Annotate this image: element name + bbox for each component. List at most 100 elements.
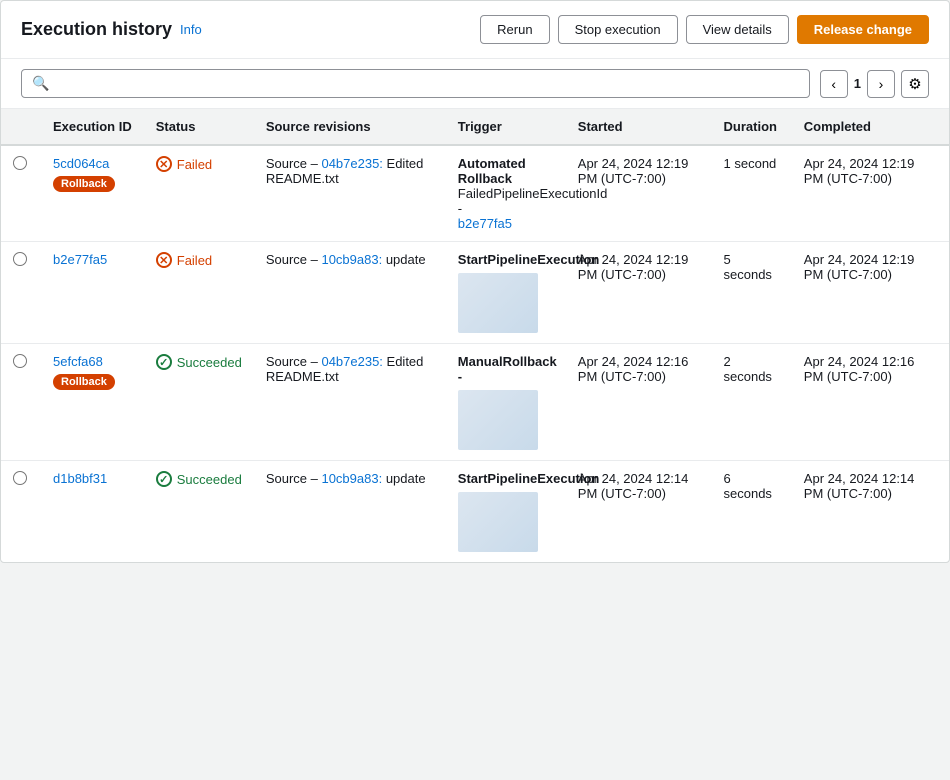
settings-button[interactable]: ⚙ <box>901 70 929 98</box>
completed-cell: Apr 24, 2024 12:19 PM (UTC-7:00) <box>792 242 949 344</box>
duration-cell: 6 seconds <box>712 461 792 563</box>
source-revisions-cell: Source – 04b7e235: Edited README.txt <box>254 145 446 242</box>
table-row: b2e77fa5 ✕ Failed Source – 10cb9a83: update… <box>1 242 949 344</box>
col-completed: Completed <box>792 109 949 145</box>
source-desc: update <box>382 471 425 486</box>
col-started: Started <box>566 109 712 145</box>
status-label: Failed <box>177 157 212 172</box>
failed-icon: ✕ <box>156 252 172 268</box>
source-link[interactable]: 04b7e235: <box>321 156 382 171</box>
row-radio[interactable] <box>13 156 27 170</box>
started-cell: Apr 24, 2024 12:16 PM (UTC-7:00) <box>566 344 712 461</box>
execution-id-link[interactable]: 5cd064ca <box>53 156 132 171</box>
source-prefix: Source – <box>266 471 322 486</box>
duration-cell: 1 second <box>712 145 792 242</box>
source-prefix: Source – <box>266 156 322 171</box>
failed-icon: ✕ <box>156 156 172 172</box>
execution-id-cell: b2e77fa5 <box>41 242 144 344</box>
source-revisions-cell: Source – 10cb9a83: update <box>254 242 446 344</box>
trigger-image <box>458 390 538 450</box>
trigger-link[interactable]: b2e77fa5 <box>458 216 512 231</box>
next-page-button[interactable]: › <box>867 70 895 98</box>
col-duration: Duration <box>712 109 792 145</box>
trigger-cell: ManualRollback - <box>446 344 566 461</box>
col-select <box>1 109 41 145</box>
release-change-button[interactable]: Release change <box>797 15 929 44</box>
rerun-button[interactable]: Rerun <box>480 15 549 44</box>
trigger-cell: StartPipelineExecution <box>446 242 566 344</box>
source-revisions-cell: Source – 04b7e235: Edited README.txt <box>254 344 446 461</box>
search-icon: 🔍 <box>32 75 49 92</box>
table-row: 5cd064ca Rollback ✕ Failed Source – 04b7e235… <box>1 145 949 242</box>
completed-cell: Apr 24, 2024 12:16 PM (UTC-7:00) <box>792 344 949 461</box>
search-bar: 🔍 ‹ 1 › ⚙ <box>1 59 949 109</box>
col-execution-id: Execution ID <box>41 109 144 145</box>
page-number: 1 <box>854 76 861 91</box>
search-input[interactable] <box>57 76 798 91</box>
trigger-subtitle: FailedPipelineExecutionId - <box>458 186 554 216</box>
row-select-cell <box>1 242 41 344</box>
source-prefix: Source – <box>266 252 322 267</box>
trigger-image <box>458 492 538 552</box>
execution-id-cell: d1b8bf31 <box>41 461 144 563</box>
duration-cell: 2 seconds <box>712 344 792 461</box>
started-cell: Apr 24, 2024 12:19 PM (UTC-7:00) <box>566 242 712 344</box>
row-select-cell <box>1 344 41 461</box>
table-row: d1b8bf31 ✓ Succeeded Source – 10cb9a83: upd… <box>1 461 949 563</box>
status-label: Succeeded <box>177 355 242 370</box>
rollback-badge: Rollback <box>53 374 115 390</box>
prev-page-button[interactable]: ‹ <box>820 70 848 98</box>
started-cell: Apr 24, 2024 12:14 PM (UTC-7:00) <box>566 461 712 563</box>
search-wrapper: 🔍 <box>21 69 810 98</box>
row-radio[interactable] <box>13 354 27 368</box>
table-header-row: Execution ID Status Source revisions Tri… <box>1 109 949 145</box>
completed-cell: Apr 24, 2024 12:19 PM (UTC-7:00) <box>792 145 949 242</box>
source-prefix: Source – <box>266 354 322 369</box>
rollback-badge: Rollback <box>53 176 115 192</box>
status-cell: ✕ Failed <box>144 242 254 344</box>
source-link[interactable]: 04b7e235: <box>321 354 382 369</box>
trigger-title: Automated Rollback <box>458 156 526 186</box>
status-badge: ✓ Succeeded <box>156 471 242 487</box>
trigger-image <box>458 273 538 333</box>
trigger-title: ManualRollback - <box>458 354 557 384</box>
table-row: 5efcfa68 Rollback ✓ Succeeded Source – 04b7e… <box>1 344 949 461</box>
succeeded-icon: ✓ <box>156 354 172 370</box>
status-badge: ✓ Succeeded <box>156 354 242 370</box>
execution-table: Execution ID Status Source revisions Tri… <box>1 109 949 562</box>
info-link[interactable]: Info <box>180 22 202 37</box>
execution-id-link[interactable]: b2e77fa5 <box>53 252 132 267</box>
succeeded-icon: ✓ <box>156 471 172 487</box>
row-radio[interactable] <box>13 252 27 266</box>
status-cell: ✓ Succeeded <box>144 461 254 563</box>
status-label: Failed <box>177 253 212 268</box>
stop-execution-button[interactable]: Stop execution <box>558 15 678 44</box>
col-status: Status <box>144 109 254 145</box>
page-title: Execution history <box>21 19 172 40</box>
row-radio[interactable] <box>13 471 27 485</box>
trigger-cell: Automated RollbackFailedPipelineExecutio… <box>446 145 566 242</box>
page-header: Execution history Info Rerun Stop execut… <box>1 1 949 59</box>
trigger-cell: StartPipelineExecution <box>446 461 566 563</box>
completed-cell: Apr 24, 2024 12:14 PM (UTC-7:00) <box>792 461 949 563</box>
duration-cell: 5 seconds <box>712 242 792 344</box>
execution-id-cell: 5cd064ca Rollback <box>41 145 144 242</box>
execution-id-link[interactable]: 5efcfa68 <box>53 354 132 369</box>
col-trigger: Trigger <box>446 109 566 145</box>
status-cell: ✕ Failed <box>144 145 254 242</box>
source-link[interactable]: 10cb9a83: <box>321 471 382 486</box>
status-badge: ✕ Failed <box>156 156 242 172</box>
source-link[interactable]: 10cb9a83: <box>321 252 382 267</box>
execution-id-link[interactable]: d1b8bf31 <box>53 471 132 486</box>
source-desc: update <box>382 252 425 267</box>
pagination: ‹ 1 › ⚙ <box>820 70 929 98</box>
view-details-button[interactable]: View details <box>686 15 789 44</box>
source-revisions-cell: Source – 10cb9a83: update <box>254 461 446 563</box>
col-source-revisions: Source revisions <box>254 109 446 145</box>
status-label: Succeeded <box>177 472 242 487</box>
header-actions: Rerun Stop execution View details Releas… <box>480 15 929 44</box>
row-select-cell <box>1 145 41 242</box>
status-badge: ✕ Failed <box>156 252 242 268</box>
status-cell: ✓ Succeeded <box>144 344 254 461</box>
row-select-cell <box>1 461 41 563</box>
